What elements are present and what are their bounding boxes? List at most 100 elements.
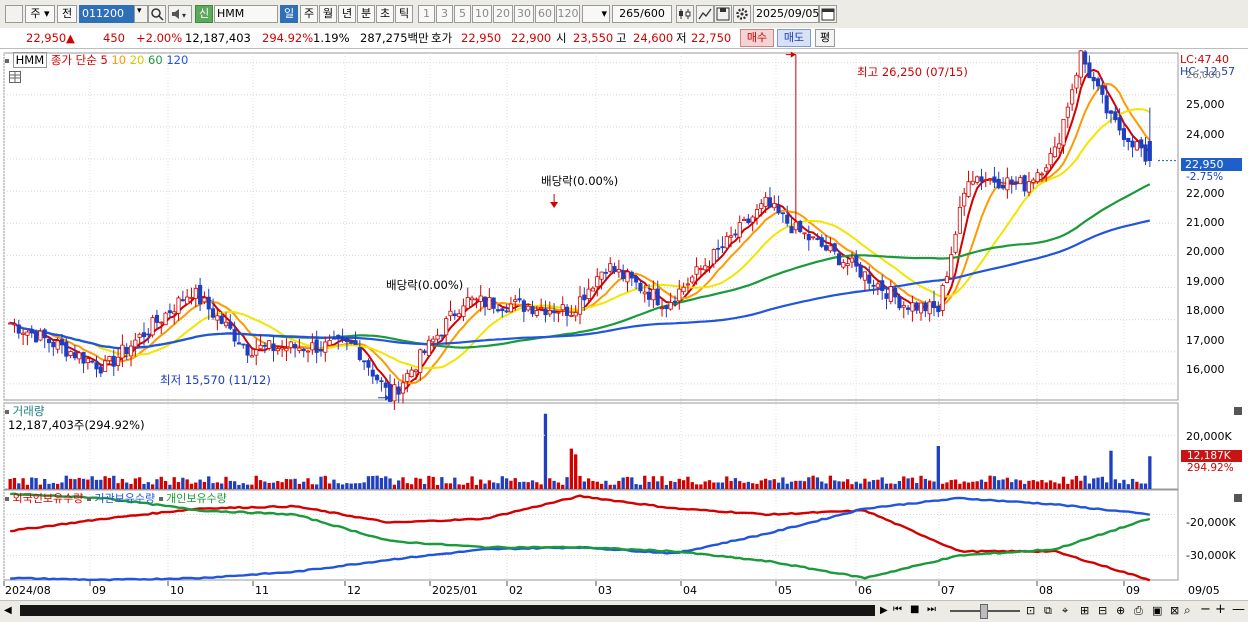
scroll-last-icon[interactable]: ⏭ [927,604,936,615]
candle-body [927,301,932,315]
x-tick: 06 [858,584,872,597]
candle-body [703,265,708,271]
candle-body [176,297,181,314]
interval-20[interactable]: 20 [493,5,513,23]
scroll-play-icon[interactable]: ■ [910,604,919,615]
volume-title-text[interactable]: 거래량 [13,404,45,418]
copy-icon[interactable]: ⧉ [1044,604,1052,618]
table-toggle-icon[interactable] [9,71,21,83]
interval-5[interactable]: 5 [454,5,471,23]
interval-120[interactable]: 120 [556,5,580,23]
period-year[interactable]: 년 [338,5,356,23]
period-minute[interactable]: 분 [357,5,375,23]
ruler-icon[interactable]: ⊞ [1080,604,1089,617]
calendar-icon[interactable] [819,5,837,23]
period-second[interactable]: 초 [376,5,394,23]
candle-body [819,237,824,247]
date-input[interactable]: 2025/09/05 [753,5,819,23]
legend-individual[interactable]: 개인보유수량 [166,492,227,505]
period-week[interactable]: 주 [300,5,318,23]
candle-body [193,287,198,299]
stock-code-input[interactable]: 011200 [79,5,134,23]
interval-1[interactable]: 1 [418,5,435,23]
zoom-out-icon[interactable]: − [1200,602,1211,617]
close-panel-icon[interactable] [1234,494,1242,502]
buy-button[interactable]: 매수 [740,29,774,47]
prev-button[interactable]: 전 [57,5,77,23]
volume-bar [1074,475,1079,489]
interval-10[interactable]: 10 [472,5,492,23]
minimize-icon[interactable]: — [1232,602,1245,617]
candle-body [1100,85,1105,95]
volume-bar [647,481,651,489]
code-dropdown-icon[interactable]: ▾ [134,5,148,23]
link-icon[interactable]: ⊕ [1116,604,1125,617]
zoom-in-icon[interactable]: + [1215,602,1226,617]
bar-count-field[interactable]: 265/600 [612,5,672,23]
average-button[interactable]: 평 [815,29,835,47]
period-month[interactable]: 월 [319,5,337,23]
save-icon[interactable] [714,5,732,23]
scroll-right-icon[interactable]: ▶ [880,605,888,616]
volume-bar [781,477,785,489]
chart-canvas[interactable] [0,50,1248,600]
layout-icon[interactable]: ⊡ [1026,604,1035,617]
volume-bar [530,480,535,489]
legend-stock-name[interactable]: HMM [12,52,48,68]
x-tick-last-date: 09/05 [1188,584,1220,597]
interval-3[interactable]: 3 [436,5,453,23]
x-tick: 05 [778,584,792,597]
volume-bar [928,480,932,489]
quote-info-row: 22,950 ▲ 450 +2.00% 12,187,403 294.92% 1… [0,28,1248,49]
stock-name-field[interactable]: HMM [214,5,278,23]
grid-icon[interactable]: ⊠ [1170,604,1179,617]
measure-icon[interactable]: ⊟ [1098,604,1107,617]
volume-bar [332,479,336,489]
volume-bar [945,482,949,489]
period-day[interactable]: 일 [280,5,298,23]
interval-custom-select[interactable]: ▾ [582,5,610,23]
gear-icon[interactable] [733,5,751,23]
volume-bar [362,482,366,489]
zoom-search-icon[interactable]: ⌕ [1184,603,1191,618]
speaker-icon[interactable]: ▾ [168,5,192,23]
candle-body [806,234,811,241]
candle-body [12,323,17,326]
volume-bar [73,479,77,489]
volume-bar [1031,480,1035,489]
candle-body [612,266,617,272]
search-icon[interactable] [148,5,166,23]
scroll-left-icon[interactable]: ◀ [4,605,12,616]
crosshair-icon[interactable]: ⌖ [1062,604,1068,618]
print-icon[interactable]: ⎙ [1134,604,1143,618]
legend-institution[interactable]: 기관보유수량 [94,492,155,505]
candle-body [452,313,457,317]
holdings-y-tick: -30,000K [1186,549,1236,562]
draw-tool-icon[interactable] [696,5,714,23]
window-icon[interactable] [5,5,23,23]
candle-body [914,302,919,311]
legend-ma-60: 60 [148,53,163,67]
sell-button[interactable]: 매도 [777,29,811,47]
chart-type-icon[interactable] [676,5,694,23]
chart-scrollbar[interactable]: ◀ ▶ ⏮ ■ ⏭ ⊡ ⧉ ⌖ ⊞ ⊟ ⊕ ⎙ ▣ ⊠ ⌕ − + — [0,600,1248,622]
candle-body [517,298,522,301]
interval-60[interactable]: 60 [535,5,555,23]
image-icon[interactable]: ▣ [1152,604,1162,617]
candle-body [750,216,755,223]
zoom-slider-handle[interactable] [980,604,988,619]
candle-body [793,221,798,231]
period-tick[interactable]: 틱 [395,5,413,23]
scroll-thumb[interactable] [20,605,875,616]
legend-foreign[interactable]: 외국인보유수량 [13,492,84,505]
price-legend: HMM 종가 단순 5 10 20 60 120 [5,52,188,68]
volume-bar [500,476,504,489]
candle-body [871,284,876,287]
scroll-first-icon[interactable]: ⏮ [893,604,902,615]
interval-30[interactable]: 30 [514,5,534,23]
volume-bar [276,481,280,489]
volume-bar [68,478,73,489]
close-panel-icon[interactable] [1234,407,1242,415]
market-type-select[interactable]: 주 ▾ [25,5,55,23]
candle-body [824,245,829,251]
